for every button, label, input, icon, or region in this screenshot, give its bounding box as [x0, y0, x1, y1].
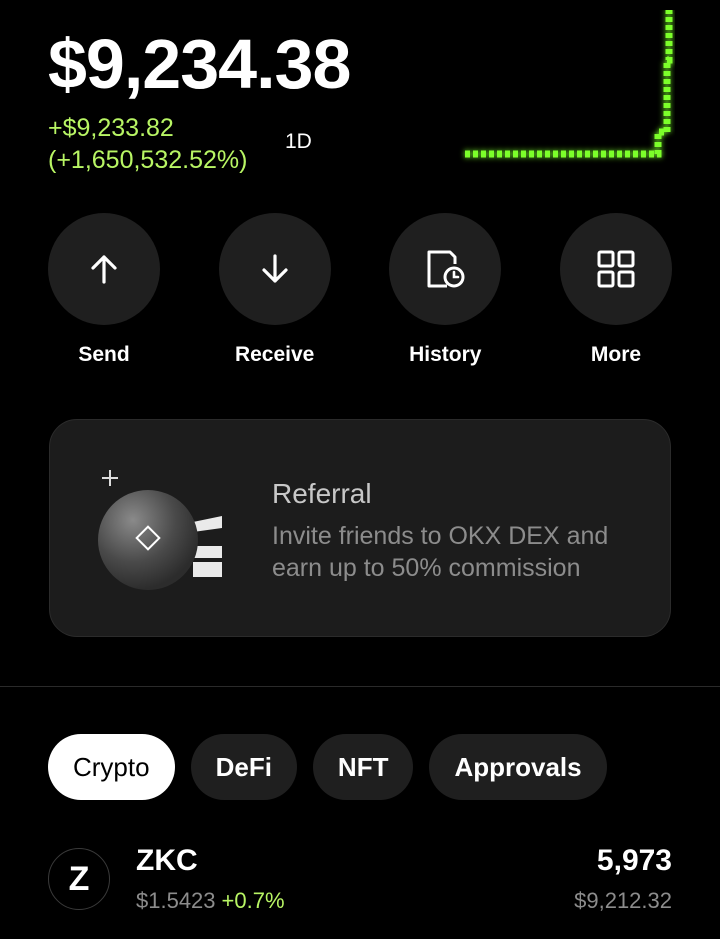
change-amount: +$9,233.82: [48, 114, 174, 142]
send-button[interactable]: Send: [48, 213, 160, 367]
balance-change: +$9,233.82 (+1,650,532.52%): [48, 112, 247, 176]
referral-description: Invite friends to OKX DEX and earn up to…: [272, 522, 609, 582]
token-name: ZKC: [136, 844, 198, 877]
tab-crypto[interactable]: Crypto: [48, 734, 175, 800]
period-label[interactable]: 1D: [285, 130, 312, 154]
history-button[interactable]: History: [389, 213, 502, 367]
change-percent: (+1,650,532.52%): [48, 146, 248, 174]
receive-button[interactable]: Receive: [218, 213, 331, 367]
referral-card[interactable]: Referral Invite friends to OKX DEX and e…: [49, 419, 671, 637]
send-label: Send: [78, 343, 130, 366]
section-divider: [0, 686, 720, 687]
tab-approvals[interactable]: Approvals: [429, 734, 607, 800]
arrow-down-icon: [262, 254, 288, 283]
more-label: More: [590, 343, 642, 366]
token-price: $1.5423: [136, 888, 216, 913]
token-value: $9,212.32: [574, 888, 672, 913]
token-price-line: $1.5423 +0.7%: [136, 888, 285, 914]
token-row[interactable]: Z ZKC $1.5423 +0.7% 5,973 $9,212.32: [48, 842, 672, 922]
balance-amount: $9,234.38: [48, 25, 351, 103]
tab-defi[interactable]: DeFi: [190, 734, 297, 800]
token-change: +0.7%: [221, 888, 285, 913]
history-circle[interactable]: [389, 213, 502, 325]
tab-nft[interactable]: NFT: [312, 734, 414, 800]
grid-icon: [597, 250, 635, 288]
send-circle[interactable]: [48, 213, 160, 325]
receive-circle[interactable]: [218, 213, 331, 325]
referral-art-icon: [98, 470, 222, 590]
more-button[interactable]: More: [559, 213, 672, 367]
history-label: History: [409, 343, 482, 366]
action-bar: Send Receive History More: [48, 213, 672, 367]
history-icon: [427, 250, 465, 288]
token-logo-icon: Z: [48, 848, 110, 910]
sparkline-chart: [465, 10, 673, 158]
referral-title: Referral: [272, 478, 372, 509]
token-amount: 5,973: [596, 844, 672, 877]
asset-tabs: Crypto DeFi NFT Approvals: [48, 734, 607, 800]
more-circle[interactable]: [559, 213, 672, 325]
receive-label: Receive: [234, 343, 315, 366]
arrow-up-icon: [91, 255, 117, 284]
